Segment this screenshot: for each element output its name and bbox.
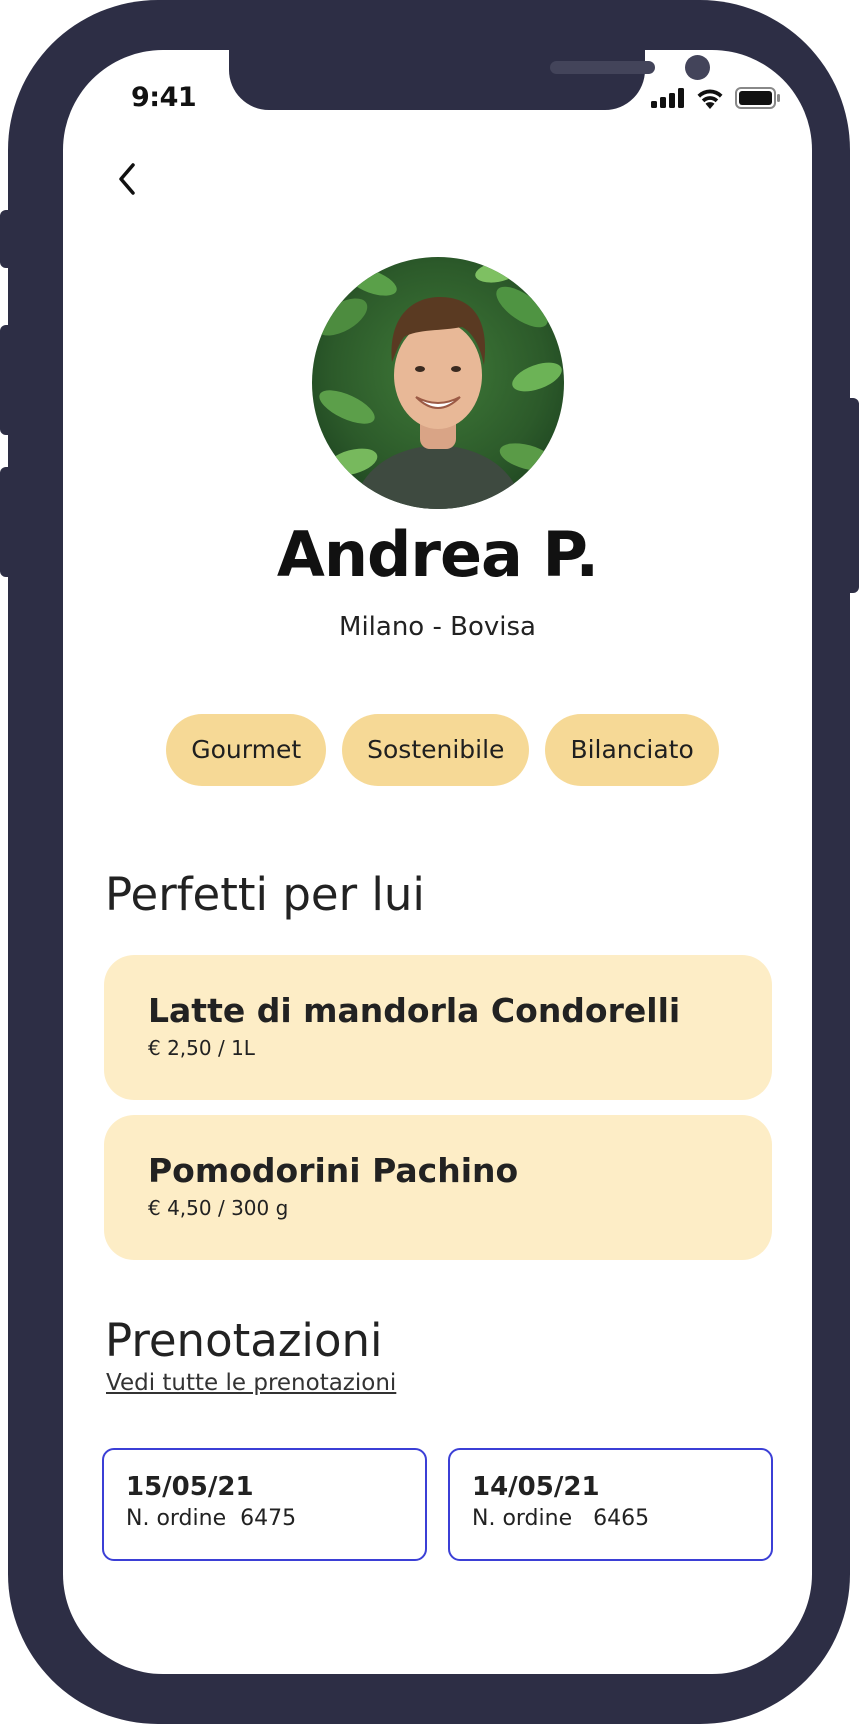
- profile-name: Andrea P.: [276, 518, 599, 591]
- notch: [229, 50, 710, 110]
- bookings-title: Prenotazioni: [105, 1314, 383, 1367]
- speaker: [550, 61, 655, 74]
- booking-card[interactable]: 15/05/21 N. ordine 6475: [102, 1448, 427, 1561]
- product-price: € 4,50 / 300 g: [148, 1196, 289, 1220]
- phone-screen: 9:41 Andrea P. Milano - Bovisa Gourmet S…: [63, 50, 812, 1674]
- wifi-icon: [697, 89, 723, 109]
- phone-frame: 9:41 Andrea P. Milano - Bovisa Gourmet S…: [8, 0, 850, 1724]
- tag-gourmet[interactable]: Gourmet: [166, 714, 327, 786]
- product-card[interactable]: Pomodorini Pachino € 4,50 / 300 g: [104, 1115, 772, 1260]
- chevron-left-icon: [119, 163, 135, 195]
- preference-tags: Gourmet Sostenibile Bilanciato: [63, 714, 812, 786]
- back-button[interactable]: [107, 156, 147, 202]
- recommendations-title: Perfetti per lui: [105, 868, 425, 921]
- product-name: Latte di mandorla Condorelli: [148, 991, 681, 1030]
- profile-avatar: [312, 257, 564, 509]
- booking-date: 14/05/21: [472, 1472, 600, 1502]
- product-name: Pomodorini Pachino: [148, 1151, 519, 1190]
- tag-bilanciato[interactable]: Bilanciato: [545, 714, 719, 786]
- signal-icon: [651, 88, 684, 108]
- profile-location: Milano - Bovisa: [339, 612, 536, 642]
- booking-date: 15/05/21: [126, 1472, 254, 1502]
- product-price: € 2,50 / 1L: [148, 1036, 255, 1060]
- booking-order-number: N. ordine 6475: [126, 1506, 297, 1531]
- avatar-photo: [312, 257, 564, 509]
- product-card[interactable]: Latte di mandorla Condorelli € 2,50 / 1L: [104, 955, 772, 1100]
- see-all-bookings-link[interactable]: Vedi tutte le prenotazioni: [106, 1370, 396, 1396]
- status-icons: [651, 87, 781, 109]
- tag-sostenibile[interactable]: Sostenibile: [342, 714, 530, 786]
- battery-icon: [735, 87, 780, 109]
- phone-mockup: 9:41 Andrea P. Milano - Bovisa Gourmet S…: [0, 0, 859, 1724]
- booking-card[interactable]: 14/05/21 N. ordine 6465: [448, 1448, 773, 1561]
- booking-order-number: N. ordine 6465: [472, 1506, 650, 1531]
- status-time: 9:41: [131, 82, 197, 113]
- front-camera: [685, 55, 710, 80]
